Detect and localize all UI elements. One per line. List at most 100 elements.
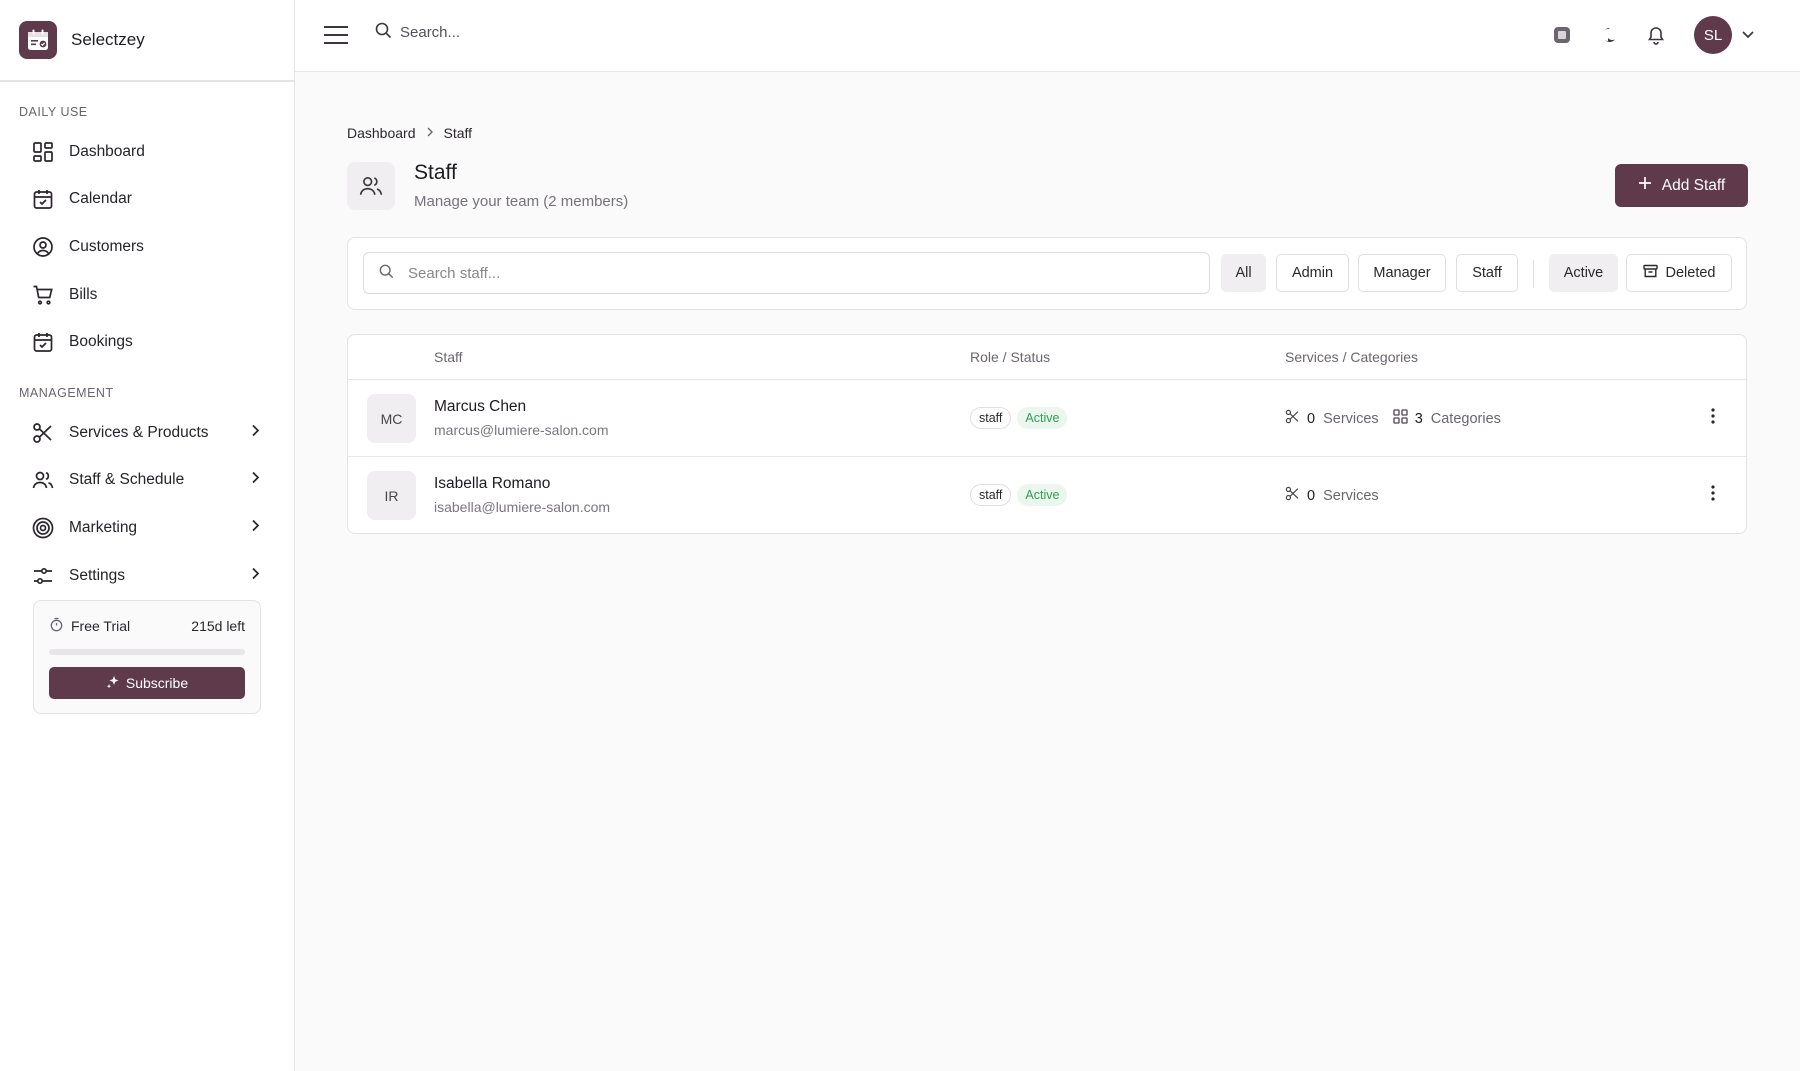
app-root: Selectzey DAILY USE Dashboard Calendar C… — [0, 0, 1800, 1071]
services-categories: 0 Services — [1285, 486, 1379, 505]
chevron-right-icon — [426, 125, 434, 141]
user-avatar[interactable]: SL — [1694, 16, 1732, 54]
scissors-icon — [1285, 486, 1300, 505]
global-search[interactable]: Search... — [375, 22, 460, 43]
staff-table: Staff Role / Status Services / Categorie… — [347, 334, 1747, 534]
column-header-services-categories[interactable]: Services / Categories — [1285, 349, 1418, 365]
role-badge: staff — [970, 407, 1012, 429]
filter-bar: Search staff... All Admin Manager Staff … — [347, 237, 1747, 310]
services-label: Services — [1323, 487, 1379, 504]
trial-progress-bar — [49, 649, 245, 655]
chevron-down-icon[interactable] — [1736, 23, 1760, 47]
sidebar-item-label: Customers — [69, 237, 144, 255]
table-header: Staff Role / Status Services / Categorie… — [348, 335, 1746, 380]
sidebar-item-label: Staff & Schedule — [69, 471, 185, 489]
more-vertical-icon[interactable] — [1710, 483, 1716, 508]
dashboard-icon — [31, 140, 55, 164]
sidebar-item-services-products[interactable]: Services & Products — [0, 409, 294, 457]
sidebar-item-bills[interactable]: Bills — [0, 271, 294, 319]
brand[interactable]: Selectzey — [0, 0, 294, 82]
sidebar-item-label: Bills — [69, 285, 98, 303]
filter-role-admin[interactable]: Admin — [1276, 254, 1349, 292]
user-circle-icon — [31, 235, 55, 259]
staff-search-input[interactable]: Search staff... — [363, 252, 1210, 294]
sparkles-icon — [106, 675, 120, 692]
sidebar-item-customers[interactable]: Customers — [0, 223, 294, 271]
column-header-role-status[interactable]: Role / Status — [970, 349, 1050, 365]
staff-email: isabella@lumiere-salon.com — [434, 499, 611, 515]
plus-icon — [1638, 176, 1652, 195]
trial-card: Free Trial 215d left Subscribe — [33, 600, 261, 714]
filter-role-staff[interactable]: Staff — [1456, 254, 1518, 292]
sidebar-item-staff-schedule[interactable]: Staff & Schedule — [0, 457, 294, 505]
apps-icon[interactable] — [1550, 23, 1574, 47]
table-row[interactable]: MC Marcus Chen marcus@lumiere-salon.com … — [348, 380, 1746, 457]
sidebar-item-bookings[interactable]: Bookings — [0, 318, 294, 366]
sidebar-item-marketing[interactable]: Marketing — [0, 504, 294, 552]
role-badge: staff — [970, 484, 1012, 506]
target-icon — [31, 516, 55, 540]
subscribe-label: Subscribe — [125, 675, 189, 691]
role-status-badges: staff Active — [970, 484, 1068, 506]
staff-name[interactable]: Isabella Romano — [434, 475, 550, 493]
calendar-icon — [31, 187, 55, 211]
sliders-icon — [31, 564, 55, 588]
scissors-icon — [1285, 409, 1300, 428]
calendar-check-icon — [31, 330, 55, 354]
chevron-right-icon — [250, 518, 260, 537]
page-title: Staff — [414, 161, 457, 184]
page-subtitle: Manage your team (2 members) — [414, 193, 629, 210]
menu-icon[interactable] — [323, 24, 349, 51]
grid-icon — [1393, 409, 1408, 428]
global-search-input[interactable]: Search... — [400, 24, 460, 41]
sidebar-item-label: Calendar — [69, 190, 132, 208]
sidebar-item-label: Bookings — [69, 333, 133, 351]
subscribe-button[interactable]: Subscribe — [49, 667, 245, 699]
sidebar: Selectzey DAILY USE Dashboard Calendar C… — [0, 0, 295, 1071]
trial-remaining: 215d left — [191, 618, 245, 634]
sidebar-item-label: Services & Products — [69, 423, 209, 441]
services-count: 0 — [1307, 487, 1316, 504]
staff-search-placeholder: Search staff... — [408, 264, 501, 282]
more-vertical-icon[interactable] — [1710, 406, 1716, 431]
search-icon — [379, 264, 394, 283]
topbar: Search... SL — [295, 0, 1800, 72]
bell-icon[interactable] — [1644, 23, 1668, 47]
filter-status-active[interactable]: Active — [1549, 254, 1618, 292]
breadcrumb-dashboard[interactable]: Dashboard — [347, 125, 416, 141]
brand-name: Selectzey — [71, 30, 145, 49]
sidebar-item-settings[interactable]: Settings — [0, 552, 294, 600]
main-content: Search... SL Dashboard Staff Staff Manag… — [295, 0, 1800, 1071]
users-icon — [347, 162, 395, 210]
section-label-daily-use: DAILY USE — [19, 105, 88, 119]
filter-status-deleted[interactable]: Deleted — [1626, 254, 1732, 292]
staff-avatar: IR — [367, 471, 416, 520]
moon-icon[interactable] — [1596, 23, 1620, 47]
add-staff-button[interactable]: Add Staff — [1615, 164, 1748, 207]
chevron-right-icon — [250, 423, 260, 442]
role-status-badges: staff Active — [970, 407, 1068, 429]
staff-name[interactable]: Marcus Chen — [434, 398, 526, 416]
status-badge: Active — [1017, 484, 1068, 506]
staff-avatar: MC — [367, 394, 416, 443]
brand-logo-icon — [19, 21, 57, 59]
section-label-management: MANAGEMENT — [19, 385, 114, 400]
sidebar-item-calendar[interactable]: Calendar — [0, 176, 294, 224]
page-header: Staff Manage your team (2 members) — [347, 161, 629, 210]
archive-icon — [1642, 264, 1658, 283]
sidebar-item-dashboard[interactable]: Dashboard — [0, 128, 294, 176]
filter-role-all[interactable]: All — [1221, 254, 1266, 292]
staff-email: marcus@lumiere-salon.com — [434, 422, 609, 438]
column-header-staff[interactable]: Staff — [434, 349, 463, 365]
sidebar-item-label: Dashboard — [69, 142, 145, 160]
services-label: Services — [1323, 410, 1379, 427]
filter-role-manager[interactable]: Manager — [1358, 254, 1446, 292]
chevron-right-icon — [250, 566, 260, 585]
categories-label: Categories — [1430, 410, 1501, 427]
sidebar-item-label: Settings — [69, 566, 126, 584]
table-row[interactable]: IR Isabella Romano isabella@lumiere-salo… — [348, 457, 1746, 533]
breadcrumb-staff: Staff — [443, 125, 473, 141]
categories-count: 3 — [1414, 410, 1423, 427]
status-badge: Active — [1017, 407, 1068, 429]
filter-status-deleted-label: Deleted — [1665, 265, 1716, 281]
